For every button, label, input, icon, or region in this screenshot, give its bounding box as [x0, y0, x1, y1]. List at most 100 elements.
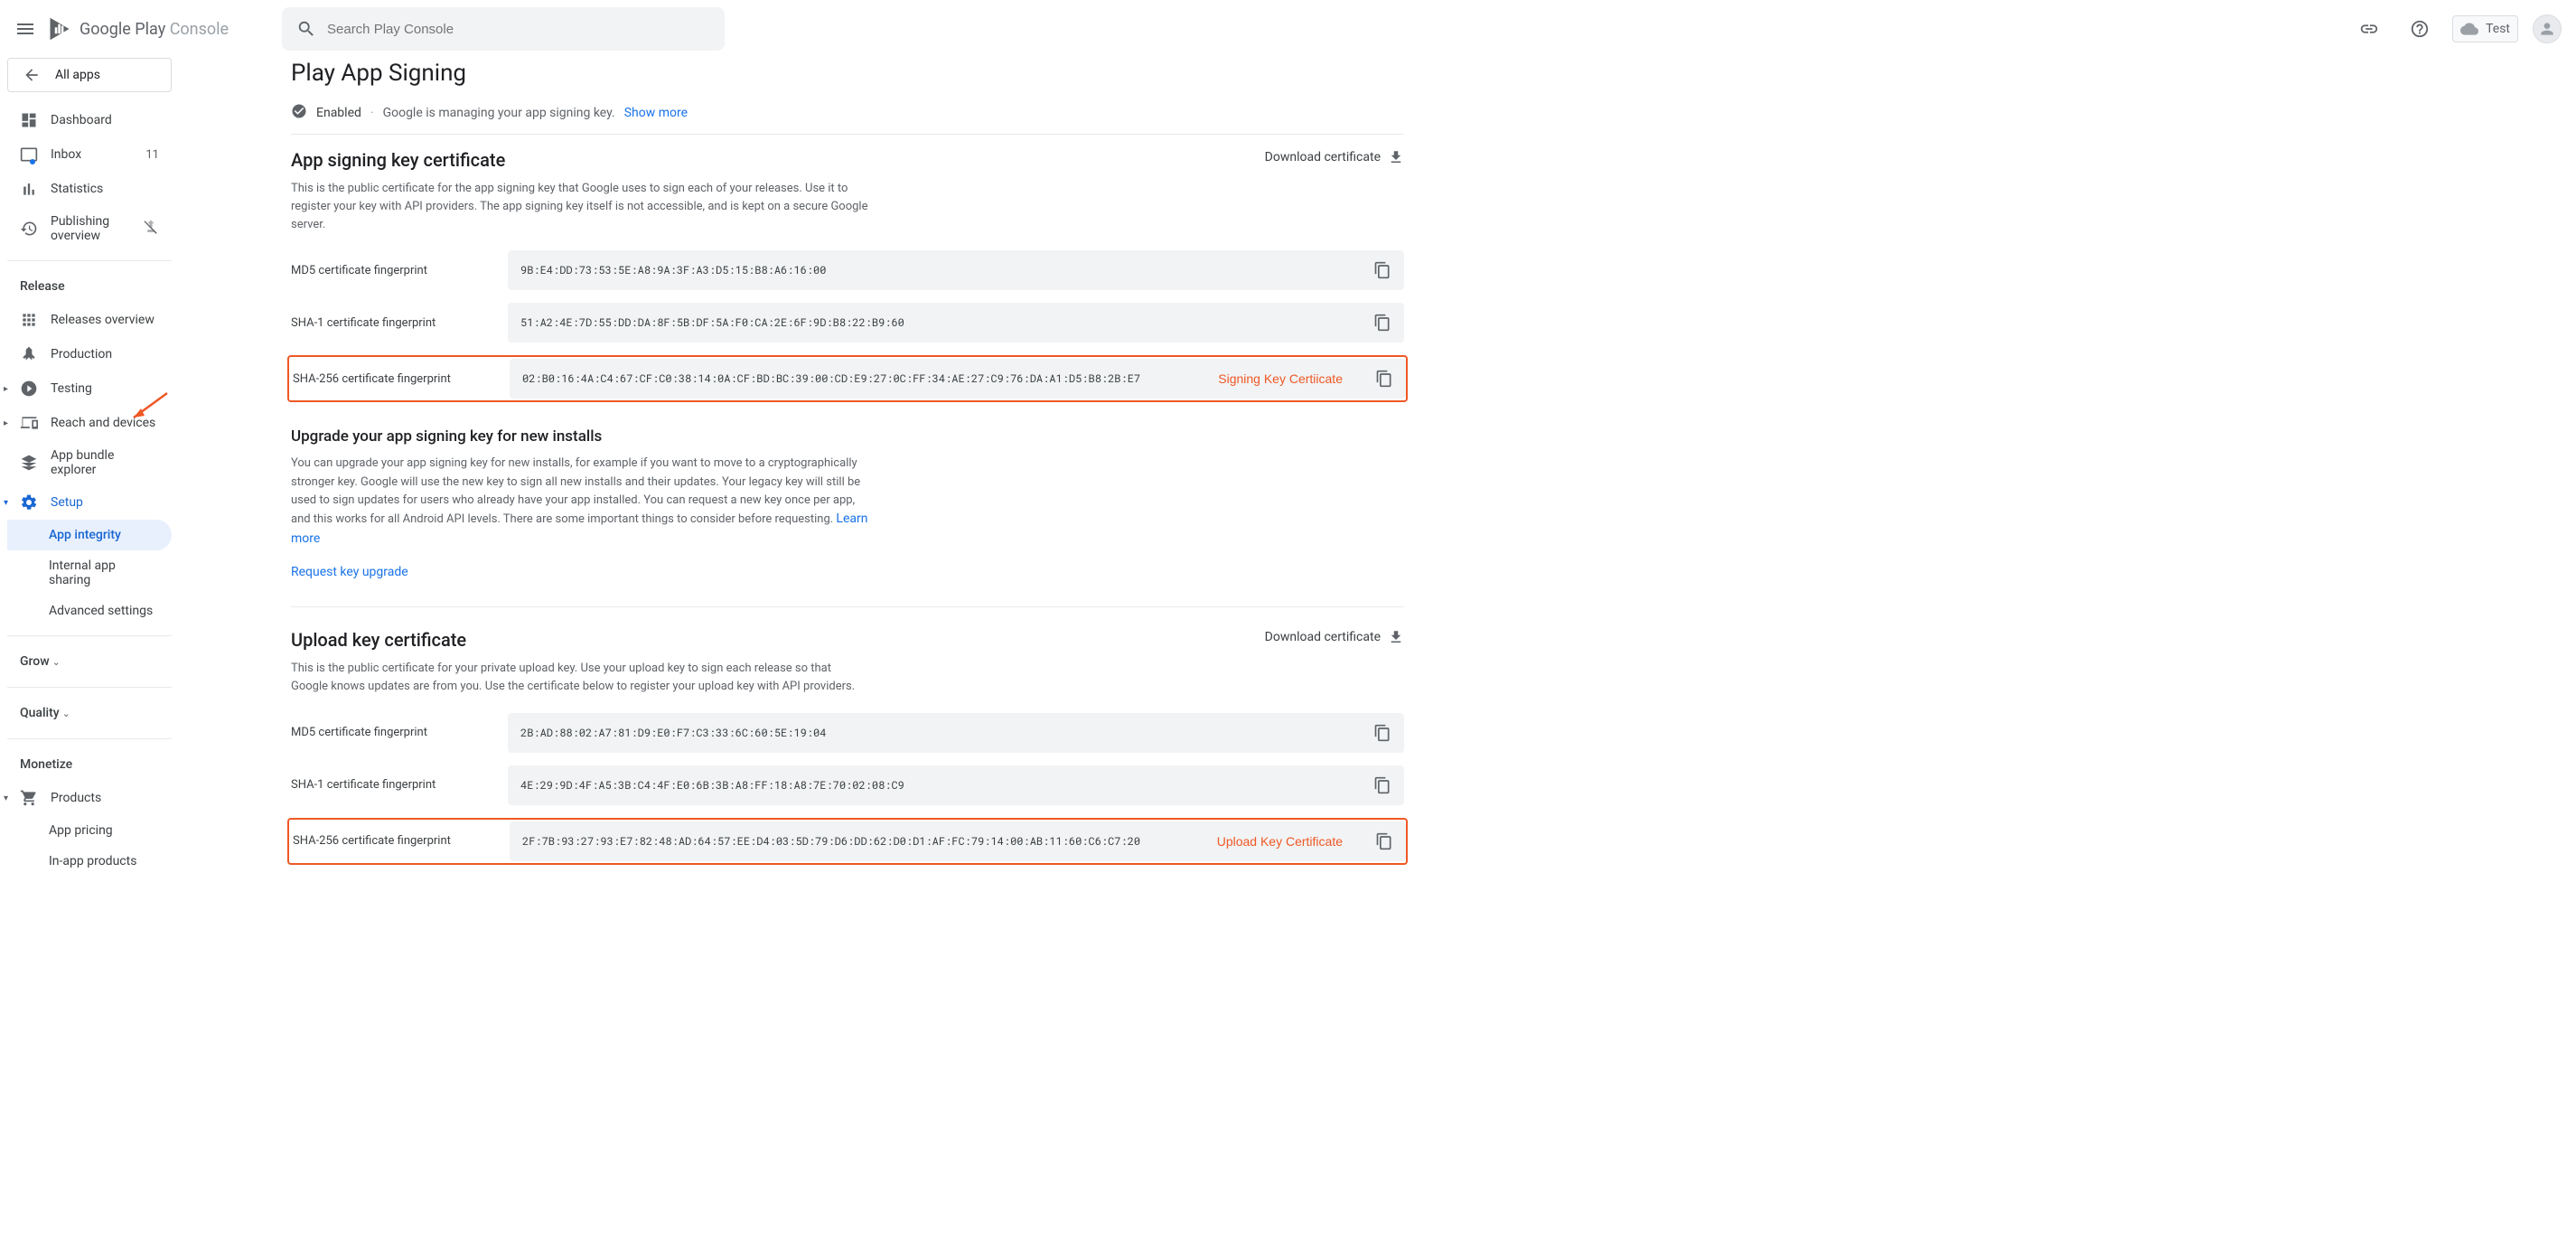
sha1-value-box: 4E:29:9D:4F:A5:3B:C4:4F:E0:6B:3B:A8:FF:1… — [508, 765, 1404, 805]
caret-icon: ▸ — [4, 384, 8, 394]
nav-label: Internal app sharing — [49, 558, 159, 587]
sidebar-item-statistics[interactable]: Statistics — [7, 172, 172, 206]
gear-icon — [20, 493, 38, 512]
signing-annotation: Signing Key Certiicate — [1218, 371, 1343, 386]
copy-icon[interactable] — [1373, 314, 1391, 332]
copy-icon[interactable] — [1373, 776, 1391, 794]
sidebar-item-advanced[interactable]: Advanced settings — [7, 596, 172, 626]
sidebar-item-app-bundle[interactable]: App bundle explorer — [7, 440, 172, 485]
search-input[interactable] — [327, 22, 710, 37]
nav-label: App pricing — [49, 823, 113, 838]
md5-label: MD5 certificate fingerprint — [291, 264, 508, 277]
fingerprint-row: MD5 certificate fingerprint 9B:E4:DD:73:… — [291, 250, 1404, 290]
copy-icon[interactable] — [1373, 261, 1391, 279]
download-icon — [1388, 149, 1404, 165]
statistics-icon — [20, 180, 38, 198]
main-content: Play App Signing Enabled · Google is man… — [269, 58, 1426, 914]
arrow-annotation-icon — [126, 389, 172, 428]
fingerprint-row: SHA-1 certificate fingerprint 4E:29:9D:4… — [291, 765, 1404, 805]
cloud-icon — [2460, 20, 2478, 38]
download-certificate-button[interactable]: Download certificate — [1265, 629, 1404, 645]
sha1-value: 4E:29:9D:4F:A5:3B:C4:4F:E0:6B:3B:A8:FF:1… — [520, 778, 1359, 793]
caret-icon: ▸ — [4, 418, 8, 428]
nav-label: Inbox — [51, 147, 81, 162]
nav-label: Publishing overview — [51, 214, 130, 243]
sidebar: All apps Dashboard Inbox 11 Statistics P… — [0, 58, 179, 914]
sidebar-heading-grow[interactable]: Grow⌄ — [7, 645, 172, 678]
nav-label: Products — [51, 791, 101, 805]
sha1-label: SHA-1 certificate fingerprint — [291, 778, 508, 792]
sha1-value: 51:A2:4E:7D:55:DD:DA:8F:5B:DF:5A:F0:CA:2… — [520, 315, 1359, 330]
hamburger-menu-icon[interactable] — [14, 18, 36, 40]
sidebar-item-app-integrity[interactable]: App integrity — [7, 520, 172, 550]
copy-icon[interactable] — [1373, 724, 1391, 742]
md5-value: 2B:AD:88:02:A7:81:D9:E0:F7:C3:33:6C:60:5… — [520, 726, 1359, 740]
app-chip-label: Test — [2486, 22, 2510, 36]
logo-block[interactable]: Google Play Console — [47, 16, 229, 42]
sha1-value-box: 51:A2:4E:7D:55:DD:DA:8F:5B:DF:5A:F0:CA:2… — [508, 303, 1404, 343]
fingerprint-row-highlighted: SHA-256 certificate fingerprint 2F:7B:93… — [287, 818, 1408, 865]
sidebar-item-internal-sharing[interactable]: Internal app sharing — [7, 550, 172, 596]
signing-desc: This is the public certificate for the a… — [291, 180, 869, 234]
sidebar-item-production[interactable]: Production — [7, 337, 172, 371]
nav-label: Production — [51, 347, 112, 361]
link-icon[interactable] — [2351, 11, 2387, 47]
copy-icon[interactable] — [1375, 832, 1393, 850]
sidebar-item-app-pricing[interactable]: App pricing — [7, 815, 172, 846]
fingerprint-row: SHA-1 certificate fingerprint 51:A2:4E:7… — [291, 303, 1404, 343]
nav-label: Setup — [51, 495, 83, 510]
help-icon[interactable] — [2402, 11, 2438, 47]
status-enabled: Enabled — [316, 106, 361, 120]
avatar[interactable] — [2533, 14, 2562, 43]
sidebar-item-in-app-products[interactable]: In-app products — [7, 846, 172, 877]
copy-icon[interactable] — [1375, 370, 1393, 388]
nav-label: Statistics — [51, 182, 103, 196]
request-key-upgrade-link[interactable]: Request key upgrade — [291, 565, 408, 579]
person-icon — [2538, 20, 2556, 38]
nav-label: Releases overview — [51, 313, 155, 327]
fingerprint-row: MD5 certificate fingerprint 2B:AD:88:02:… — [291, 713, 1404, 753]
topbar-right: Test — [2351, 11, 2562, 47]
section-title-signing: App signing key certificate — [291, 149, 869, 171]
sidebar-heading-quality[interactable]: Quality⌄ — [7, 697, 172, 729]
sidebar-item-inbox[interactable]: Inbox 11 — [7, 137, 172, 172]
nav-label: App bundle explorer — [51, 448, 159, 477]
back-arrow-icon — [23, 66, 41, 84]
sidebar-item-publishing-overview[interactable]: Publishing overview — [7, 206, 172, 251]
md5-value-box: 2B:AD:88:02:A7:81:D9:E0:F7:C3:33:6C:60:5… — [508, 713, 1404, 753]
sidebar-item-dashboard[interactable]: Dashboard — [7, 103, 172, 137]
download-icon — [1388, 629, 1404, 645]
nav-label: App integrity — [49, 528, 121, 542]
caret-down-icon: ▾ — [4, 793, 8, 803]
upload-desc: This is the public certificate for your … — [291, 660, 869, 696]
nav-label: Testing — [51, 381, 92, 396]
sidebar-heading-release: Release — [7, 270, 172, 303]
all-apps-button[interactable]: All apps — [7, 58, 172, 92]
sidebar-item-releases-overview[interactable]: Releases overview — [7, 303, 172, 337]
md5-value: 9B:E4:DD:73:53:5E:A8:9A:3F:A3:D5:15:B8:A… — [520, 263, 1359, 277]
sidebar-heading-monetize: Monetize — [7, 748, 172, 781]
search-box[interactable] — [282, 7, 725, 51]
nav-label: In-app products — [49, 854, 136, 868]
download-certificate-button[interactable]: Download certificate — [1265, 149, 1404, 165]
nav-label: Advanced settings — [49, 604, 153, 618]
cart-icon — [20, 789, 38, 807]
caret-down-icon: ▾ — [4, 498, 8, 508]
sidebar-item-setup[interactable]: ▾ Setup — [7, 485, 172, 520]
status-desc: Google is managing your app signing key. — [383, 106, 615, 120]
inbox-count-badge: 11 — [145, 148, 159, 162]
devices-icon — [20, 414, 38, 432]
play-circle-icon — [20, 380, 38, 398]
sha256-value-box: 02:B0:16:4A:C4:67:CF:C0:38:14:0A:CF:BD:B… — [510, 359, 1406, 399]
topbar: Google Play Console Test — [0, 0, 2576, 58]
upload-annotation: Upload Key Certificate — [1217, 834, 1343, 849]
dashboard-icon — [20, 111, 38, 129]
md5-value-box: 9B:E4:DD:73:53:5E:A8:9A:3F:A3:D5:15:B8:A… — [508, 250, 1404, 290]
app-chip[interactable]: Test — [2452, 15, 2518, 42]
all-apps-label: All apps — [55, 68, 100, 82]
sha256-label: SHA-256 certificate fingerprint — [289, 834, 510, 848]
inbox-icon — [20, 145, 38, 164]
sidebar-item-products[interactable]: ▾ Products — [7, 781, 172, 815]
show-more-link[interactable]: Show more — [624, 106, 688, 120]
status-row: Enabled · Google is managing your app si… — [291, 103, 1404, 123]
